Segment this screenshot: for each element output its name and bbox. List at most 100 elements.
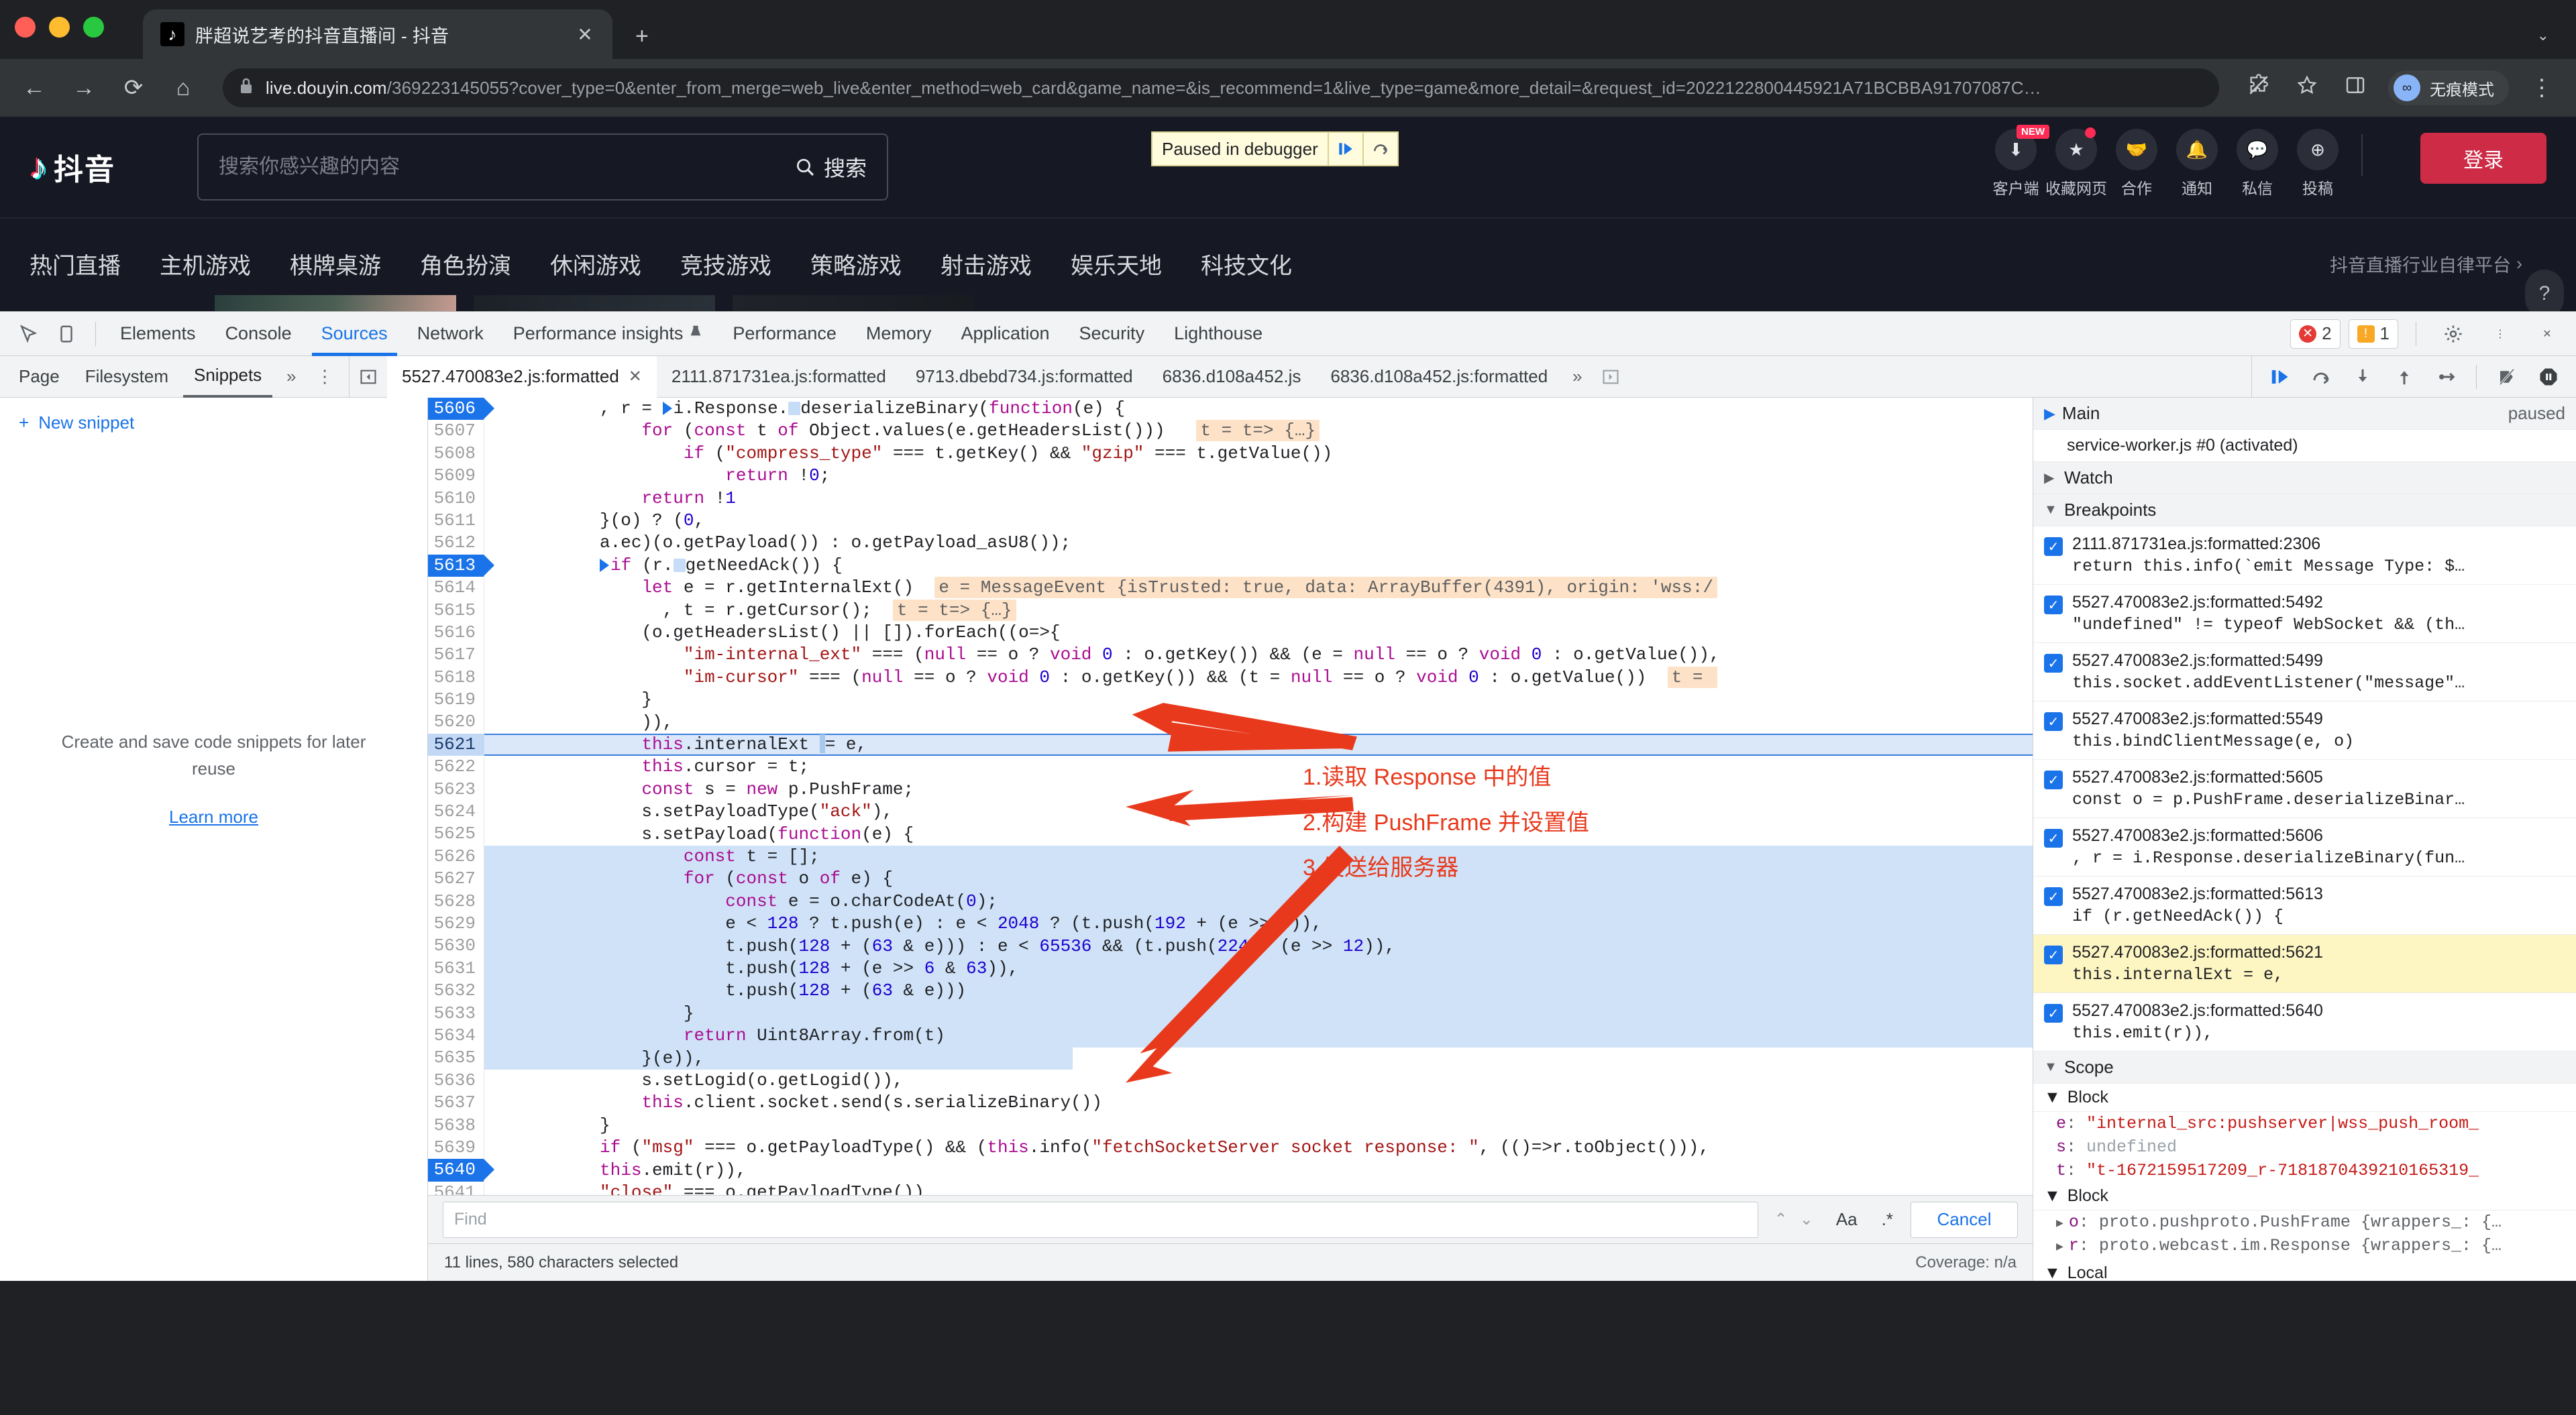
incognito-indicator[interactable]: ∞ 无痕模式 bbox=[2388, 70, 2509, 105]
breakpoint-checkbox[interactable]: ✓ bbox=[2044, 654, 2063, 673]
code-line[interactable]: }(e)), bbox=[484, 1048, 704, 1070]
code-line[interactable]: t.push(128 + (63 & e))) bbox=[484, 980, 966, 1002]
scope-section-header[interactable]: ▼ Scope bbox=[2033, 1052, 2576, 1084]
line-number[interactable]: 5625 bbox=[428, 823, 484, 845]
breakpoint-checkbox[interactable]: ✓ bbox=[2044, 712, 2063, 731]
line-number[interactable]: 5617 bbox=[428, 644, 484, 666]
line-number[interactable]: 5624 bbox=[428, 801, 484, 823]
code-line[interactable]: const e = o.charCodeAt(0); bbox=[484, 891, 998, 913]
browser-tab[interactable]: ♪ 胖超说艺考的抖音直播间 - 抖音 ✕ bbox=[143, 9, 612, 59]
douyin-action-message[interactable]: 💬 私信 bbox=[2229, 129, 2286, 199]
line-number[interactable]: 5621 bbox=[428, 733, 494, 756]
live-thumbnail[interactable] bbox=[215, 295, 456, 311]
nav-item-board-games[interactable]: 棋牌桌游 bbox=[290, 247, 381, 280]
chevron-down-icon[interactable]: ⌄ bbox=[2537, 27, 2549, 44]
file-tab-active[interactable]: 5527.470083e2.js:formatted ✕ bbox=[387, 355, 657, 398]
code-line[interactable]: (o.getHeadersList() || []).forEach((o=>{ bbox=[484, 622, 1060, 644]
code-line[interactable]: } bbox=[484, 689, 652, 711]
code-line[interactable]: "close" === o.getPayloadType()) bbox=[484, 1182, 924, 1195]
kebab-menu-icon[interactable]: ⋮ bbox=[2526, 74, 2557, 101]
code-line[interactable]: return Uint8Array.from(t) bbox=[484, 1025, 945, 1047]
code-line[interactable]: s.setLogid(o.getLogid()), bbox=[484, 1070, 903, 1092]
step-over-icon[interactable] bbox=[1364, 140, 1397, 158]
line-number[interactable]: 5626 bbox=[428, 846, 484, 868]
step-over-button[interactable] bbox=[2300, 356, 2342, 398]
line-number[interactable]: 5606 bbox=[428, 398, 494, 420]
code-line[interactable]: t.push(128 + (63 & e))) : e < 65536 && (… bbox=[484, 936, 1395, 958]
nav-item-entertainment[interactable]: 娱乐天地 bbox=[1071, 247, 1162, 280]
breakpoint-checkbox[interactable]: ✓ bbox=[2044, 771, 2063, 789]
line-number[interactable]: 5610 bbox=[428, 488, 484, 510]
code-editor[interactable]: 5606 5607 5608 5609 5610 5611 5612 5613 5614 5615… bbox=[428, 398, 2033, 1195]
line-number[interactable]: 5618 bbox=[428, 667, 484, 689]
line-number[interactable]: 5630 bbox=[428, 935, 484, 957]
line-number[interactable]: 5607 bbox=[428, 420, 484, 442]
back-icon[interactable]: ← bbox=[19, 75, 50, 101]
line-number[interactable]: 5622 bbox=[428, 756, 484, 778]
line-number[interactable]: 5628 bbox=[428, 891, 484, 913]
collapse-sidebar-icon[interactable] bbox=[350, 367, 387, 386]
file-tab[interactable]: 6836.d108a452.js:formatted bbox=[1316, 356, 1562, 398]
line-number[interactable]: 5614 bbox=[428, 577, 484, 599]
code-line[interactable]: if (r. getNeedAck()) { bbox=[484, 555, 843, 577]
line-number[interactable]: 5635 bbox=[428, 1047, 484, 1069]
scope-variable[interactable]: s: undefined bbox=[2033, 1135, 2576, 1159]
file-tabs-overflow-icon[interactable]: » bbox=[1562, 367, 1592, 385]
threads-section-header[interactable]: ▶ Main paused bbox=[2033, 398, 2576, 430]
line-number[interactable]: 5637 bbox=[428, 1092, 484, 1114]
line-number[interactable]: 5631 bbox=[428, 958, 484, 980]
line-number[interactable]: 5611 bbox=[428, 510, 484, 532]
watch-section-header[interactable]: ▶ Watch bbox=[2033, 462, 2576, 494]
service-worker-thread[interactable]: service-worker.js #0 (activated) bbox=[2033, 430, 2576, 462]
line-number[interactable]: 5615 bbox=[428, 600, 484, 622]
code-lines[interactable]: , r = i.Response. deserializeBinary(funct… bbox=[484, 398, 2033, 1195]
chevron-right-icon[interactable]: ▶ bbox=[2056, 1239, 2063, 1254]
login-button[interactable]: 登录 bbox=[2420, 133, 2546, 184]
breakpoint-item[interactable]: ✓ 5527.470083e2.js:formatted:5605 const o … bbox=[2033, 760, 2576, 818]
star-icon[interactable] bbox=[2292, 74, 2322, 102]
scope-variable[interactable]: ▶ o: proto.pushproto.PushFrame {wrappers_… bbox=[2033, 1210, 2576, 1234]
code-line[interactable]: this.internalExt = e, bbox=[484, 734, 867, 756]
regex-button[interactable]: .* bbox=[1875, 1209, 1900, 1230]
file-tab[interactable]: 6836.d108a452.js bbox=[1148, 356, 1316, 398]
reload-icon[interactable]: ⟳ bbox=[118, 74, 149, 101]
line-number[interactable]: 5609 bbox=[428, 465, 484, 487]
line-number[interactable]: 5639 bbox=[428, 1137, 484, 1159]
breakpoint-checkbox[interactable]: ✓ bbox=[2044, 946, 2063, 964]
tab-sources[interactable]: Sources bbox=[307, 312, 402, 356]
douyin-search-box[interactable]: 搜索 bbox=[197, 133, 888, 201]
code-line[interactable]: a.ec)(o.getPayload()) : o.getPayload_asU… bbox=[484, 532, 1071, 554]
file-tab[interactable]: 2111.871731ea.js:formatted bbox=[657, 356, 901, 398]
address-bar[interactable]: live.douyin.com/369223145055?cover_type=… bbox=[223, 68, 2219, 107]
breakpoint-item[interactable]: ✓ 5527.470083e2.js:formatted:5499 this.soc… bbox=[2033, 643, 2576, 701]
tab-performance-insights[interactable]: Performance insights bbox=[498, 312, 718, 356]
step-into-button[interactable] bbox=[2342, 356, 2383, 398]
scope-variable[interactable]: ▶ r: proto.webcast.im.Response {wrappers_… bbox=[2033, 1234, 2576, 1257]
code-line[interactable]: e < 128 ? t.push(e) : e < 2048 ? (t.push… bbox=[484, 913, 1322, 935]
breakpoint-item[interactable]: ✓ 2111.871731ea.js:formatted:2306 return t… bbox=[2033, 526, 2576, 585]
code-line[interactable]: "im-internal_ext" === (null == o ? void … bbox=[484, 644, 1720, 666]
chevron-down-icon[interactable]: ⌄ bbox=[1800, 1210, 1813, 1229]
line-number[interactable]: 5633 bbox=[428, 1003, 484, 1025]
tab-application[interactable]: Application bbox=[946, 312, 1064, 356]
code-line[interactable]: if ("msg" === o.getPayloadType() && (thi… bbox=[484, 1137, 1709, 1159]
inspect-element-icon[interactable] bbox=[8, 317, 47, 351]
line-number[interactable]: 5641 bbox=[428, 1182, 484, 1195]
douyin-logo[interactable]: ♪ 抖音 bbox=[30, 146, 191, 188]
breakpoint-item[interactable]: ✓ 5527.470083e2.js:formatted:5621 this.int… bbox=[2033, 935, 2576, 993]
code-line[interactable]: const s = new p.PushFrame; bbox=[484, 779, 914, 801]
line-number[interactable]: 5616 bbox=[428, 622, 484, 644]
code-line[interactable]: "im-cursor" === (null == o ? void 0 : o.… bbox=[484, 666, 1718, 689]
code-line[interactable]: , r = i.Response. deserializeBinary(funct… bbox=[484, 398, 1125, 420]
scope-variable[interactable]: e: "internal_src:pushserver|wss_push_roo… bbox=[2033, 1112, 2576, 1135]
nav-tab-page[interactable]: Page bbox=[8, 356, 70, 398]
code-line[interactable]: , t = r.getCursor(); t = t=> {…} bbox=[484, 599, 1016, 622]
tab-memory[interactable]: Memory bbox=[851, 312, 947, 356]
scope-block-header[interactable]: ▼ Block bbox=[2033, 1182, 2576, 1210]
nav-item-console-games[interactable]: 主机游戏 bbox=[160, 247, 251, 280]
douyin-action-notify[interactable]: 🔔 通知 bbox=[2168, 129, 2226, 199]
file-tab[interactable]: 9713.dbebd734.js:formatted bbox=[901, 356, 1148, 398]
close-icon[interactable]: ✕ bbox=[575, 23, 595, 46]
maximize-window-button[interactable] bbox=[83, 16, 104, 38]
code-line[interactable]: )), bbox=[484, 712, 673, 734]
